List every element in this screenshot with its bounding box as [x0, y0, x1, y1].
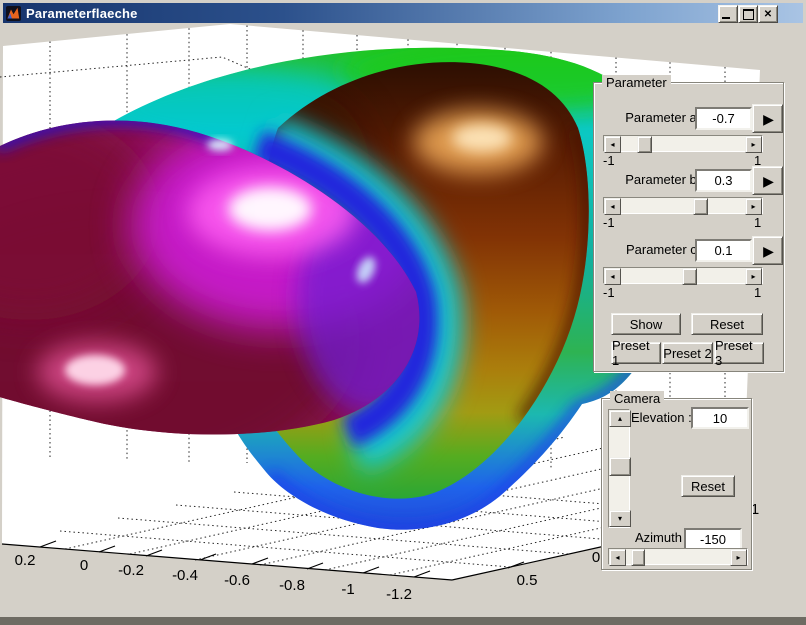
slider-left-arrow-icon[interactable]: ◂	[604, 198, 621, 215]
window-title: Parameterflaeche	[26, 6, 138, 21]
arrow-left-icon: ◂	[610, 273, 614, 281]
camera-panel: Camera ▴ ▾ Elevation : 10 Reset Azimuth …	[601, 398, 752, 570]
x-tick-label: -0.2	[118, 562, 144, 579]
specular-glint	[207, 139, 233, 151]
param-c-slider-thumb[interactable]	[682, 268, 697, 285]
slider-right-arrow-icon[interactable]: ▸	[730, 549, 747, 566]
param-c-label: Parameter c :	[622, 242, 704, 257]
param-a-label: Parameter a :	[622, 110, 704, 125]
x-tick-label: -0.4	[172, 567, 198, 584]
slider-up-arrow-icon[interactable]: ▴	[609, 410, 631, 427]
x-tick-label: -1.2	[386, 586, 412, 603]
param-a-input[interactable]: -0.7	[695, 107, 752, 130]
y-tick-label: 0	[592, 549, 600, 566]
param-a-play-button[interactable]: ▶	[752, 104, 783, 133]
x-tick-label: 0	[80, 557, 88, 574]
x-tick-label: 0.2	[15, 552, 36, 569]
play-icon: ▶	[763, 244, 774, 258]
reset-parameters-button[interactable]: Reset	[691, 313, 763, 335]
elevation-slider[interactable]: ▴ ▾	[608, 409, 630, 528]
x-tick-label: -1	[341, 581, 354, 598]
slider-left-arrow-icon[interactable]: ◂	[604, 136, 621, 153]
arrow-right-icon: ▸	[751, 141, 755, 149]
title-bar[interactable]: Parameterflaeche ✕	[3, 3, 803, 23]
slider-right-arrow-icon[interactable]: ▸	[745, 136, 762, 153]
slider-right-arrow-icon[interactable]: ▸	[745, 268, 762, 285]
param-c-max-label: 1	[754, 285, 761, 300]
param-a-min-label: -1	[603, 153, 615, 168]
play-icon: ▶	[763, 112, 774, 126]
param-b-min-label: -1	[603, 215, 615, 230]
arrow-right-icon: ▸	[751, 273, 755, 281]
slider-left-arrow-icon[interactable]: ◂	[609, 549, 626, 566]
azimuth-input[interactable]: -150	[684, 528, 742, 550]
preset-2-button[interactable]: Preset 2	[662, 342, 713, 364]
close-icon: ✕	[764, 9, 772, 20]
x-tick-label: -0.6	[224, 572, 250, 589]
parameter-panel-title: Parameter	[602, 75, 671, 90]
arrow-down-icon: ▾	[618, 515, 622, 523]
param-c-input[interactable]: 0.1	[695, 239, 752, 262]
figure-window: 0.2 0 -0.2 -0.4 -0.6 -0.8 -1 -1.2 0.5 0 …	[0, 0, 806, 625]
slider-left-arrow-icon[interactable]: ◂	[604, 268, 621, 285]
param-a-slider[interactable]: ◂ ▸	[603, 135, 763, 152]
elevation-slider-thumb[interactable]	[609, 457, 631, 476]
param-c-slider[interactable]: ◂ ▸	[603, 267, 763, 284]
azimuth-label: Azimuth :	[635, 530, 689, 545]
param-c-play-button[interactable]: ▶	[752, 236, 783, 265]
minimize-button[interactable]	[718, 5, 738, 23]
camera-panel-title: Camera	[610, 391, 664, 406]
param-b-slider[interactable]: ◂ ▸	[603, 197, 763, 214]
arrow-up-icon: ▴	[618, 415, 622, 423]
param-c-min-label: -1	[603, 285, 615, 300]
show-button[interactable]: Show	[611, 313, 681, 335]
arrow-right-icon: ▸	[736, 554, 740, 562]
preset-3-button[interactable]: Preset 3	[714, 342, 764, 364]
play-icon: ▶	[763, 174, 774, 188]
elevation-label: Elevation :	[631, 410, 692, 425]
preset-1-button[interactable]: Preset 1	[611, 342, 661, 364]
param-b-slider-thumb[interactable]	[693, 198, 708, 215]
slider-right-arrow-icon[interactable]: ▸	[745, 198, 762, 215]
maximize-button[interactable]	[738, 5, 758, 23]
y-tick-label: 0.5	[517, 572, 538, 589]
maximize-icon	[743, 9, 754, 20]
slider-down-arrow-icon[interactable]: ▾	[609, 510, 631, 527]
close-button[interactable]: ✕	[758, 5, 778, 23]
arrow-left-icon: ◂	[610, 203, 614, 211]
param-a-slider-thumb[interactable]	[637, 136, 652, 153]
param-b-max-label: 1	[754, 215, 761, 230]
param-b-play-button[interactable]: ▶	[752, 166, 783, 195]
azimuth-slider[interactable]: ◂ ▸	[608, 548, 748, 565]
arrow-left-icon: ◂	[610, 141, 614, 149]
minimize-icon	[722, 17, 730, 19]
window-bottom-edge	[0, 617, 806, 625]
arrow-left-icon: ◂	[615, 554, 619, 562]
elevation-input[interactable]: 10	[691, 407, 749, 429]
reset-camera-button[interactable]: Reset	[681, 475, 735, 497]
param-b-label: Parameter b :	[622, 172, 704, 187]
azimuth-slider-thumb[interactable]	[631, 549, 645, 566]
x-tick-label: -0.8	[279, 577, 305, 594]
arrow-right-icon: ▸	[751, 203, 755, 211]
param-b-input[interactable]: 0.3	[695, 169, 752, 192]
parameter-panel: Parameter Parameter a : -0.7 ▶ ◂ ▸ -1 1 …	[593, 82, 784, 372]
matlab-logo-icon	[6, 6, 21, 21]
y-tick-label: 1	[751, 501, 759, 518]
